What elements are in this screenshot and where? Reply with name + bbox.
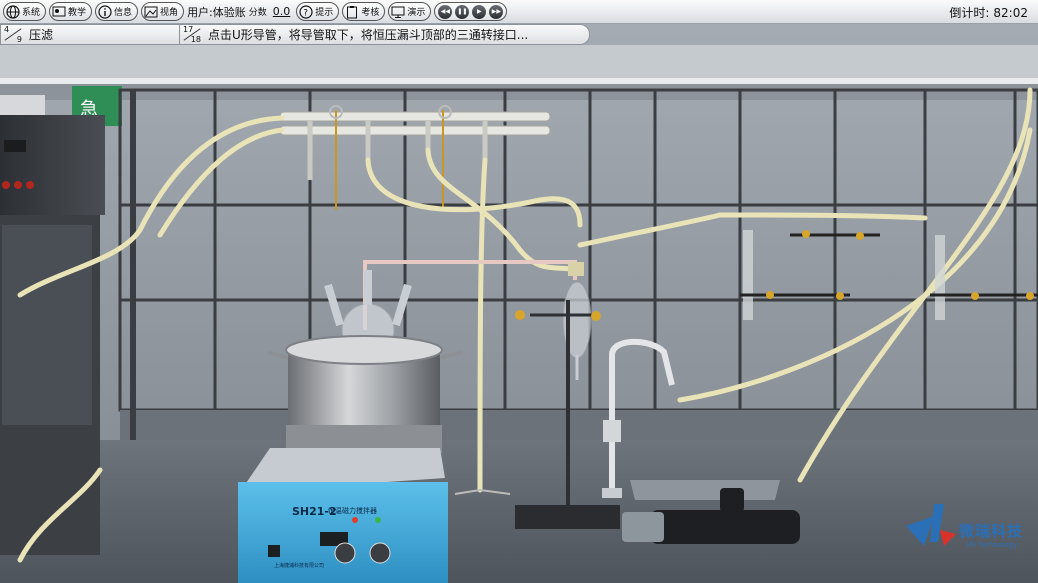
exam-button[interactable]: 考核 xyxy=(342,2,386,21)
view-label: 视角 xyxy=(160,8,179,18)
timer-value: 82:02 xyxy=(993,6,1028,20)
svg-text:?: ? xyxy=(304,8,309,18)
info-button[interactable]: 信息 xyxy=(95,2,139,21)
teach-button[interactable]: 教学 xyxy=(49,2,93,21)
info-icon xyxy=(98,4,112,19)
logo-subtitle: VR Technology xyxy=(966,541,1018,549)
countdown: 倒计时: 82:02 xyxy=(945,4,1028,21)
teach-label: 教学 xyxy=(68,8,87,18)
demo-button[interactable]: 演示 xyxy=(388,2,432,21)
step-indicator[interactable]: 17 18 点击U形导管，将导管取下，将恒压漏斗顶部的三通转接口... xyxy=(180,24,590,45)
step-bar: 4 9 压滤 17 18 点击U形导管，将导管取下，将恒压漏斗顶部的三通转接口.… xyxy=(0,24,590,45)
step-fraction: 17 18 xyxy=(180,25,204,44)
stage-title: 压滤 xyxy=(29,28,54,42)
demo-label: 演示 xyxy=(407,8,426,18)
logo-icon xyxy=(906,504,956,546)
score-label: 分数 xyxy=(248,8,267,18)
logo-name: 微瑞科技 xyxy=(959,522,1024,540)
playback-controls: ◀◀ ❚❚ ▶ ▶▶ xyxy=(434,2,508,21)
stirrer-maker: 上海捷浦科技有限公司 xyxy=(274,563,325,569)
teacher-icon xyxy=(52,5,66,19)
fast-forward-icon[interactable]: ▶▶ xyxy=(489,4,504,19)
hint-button[interactable]: ? 提示 xyxy=(296,2,340,21)
stage-total: 9 xyxy=(16,35,22,44)
view-button[interactable]: 视角 xyxy=(141,2,185,21)
lab-simulation-window: { "toolbar": { "system_label": "系统", "te… xyxy=(0,0,1038,583)
info-label: 信息 xyxy=(114,8,133,18)
stage-fraction: 4 9 xyxy=(1,25,25,44)
system-button[interactable]: 系统 xyxy=(3,2,47,21)
stirrer-name: 恒温磁力搅拌器 xyxy=(328,507,377,515)
clipboard-icon xyxy=(345,5,359,19)
system-label: 系统 xyxy=(22,8,41,18)
pause-icon[interactable]: ❚❚ xyxy=(455,4,470,19)
timer-label: 倒计时: xyxy=(949,6,990,20)
monitor-icon xyxy=(391,5,405,19)
lab-3d-scene: 急 SH21-2 xyxy=(0,0,1038,583)
exam-label: 考核 xyxy=(361,8,380,18)
step-total: 18 xyxy=(190,35,201,44)
hint-label: 提示 xyxy=(315,8,334,18)
question-icon: ? xyxy=(299,4,313,19)
company-logo: 微瑞科技 VR Technology xyxy=(904,496,1034,558)
step-instruction: 点击U形导管，将导管取下，将恒压漏斗顶部的三通转接口... xyxy=(208,28,529,42)
stage-number: 4 xyxy=(4,25,10,34)
user-label: 用户:体验账 xyxy=(187,5,246,19)
score-value: 0.0 xyxy=(272,5,291,18)
rewind-icon[interactable]: ◀◀ xyxy=(438,4,453,19)
top-toolbar: 系统 教学 信息 视角 用户:体验账 分数 0.0 ? 提示 考核 演示 ◀◀ … xyxy=(0,0,1038,24)
play-icon[interactable]: ▶ xyxy=(472,4,487,19)
stage-indicator[interactable]: 4 9 压滤 xyxy=(0,24,180,45)
globe-icon xyxy=(6,4,20,19)
image-icon xyxy=(144,5,158,19)
